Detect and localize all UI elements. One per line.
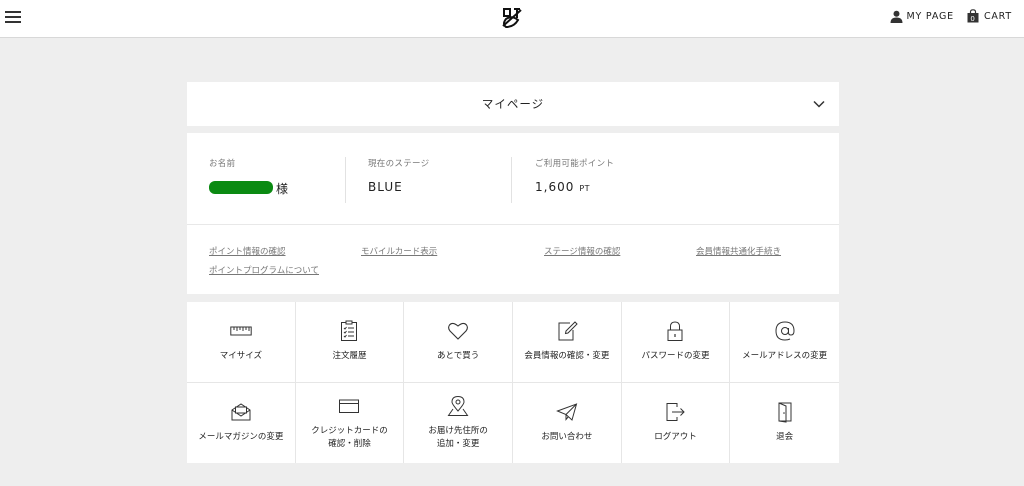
menu-label: クレジットカードの 確認・削除: [311, 425, 388, 449]
menu-item-buy-later[interactable]: あとで買う: [404, 302, 513, 383]
menu-label: あとで買う: [437, 351, 480, 362]
menu-item-credit-card[interactable]: クレジットカードの 確認・削除: [296, 382, 405, 463]
menu-label: ログアウト: [654, 432, 697, 443]
header-nav: MY PAGE 0 CART: [890, 9, 1012, 23]
menu-item-email-change[interactable]: メールアドレスの変更: [730, 302, 839, 383]
redacted-name: [209, 181, 273, 194]
logout-icon: [666, 403, 686, 422]
mobile-card-link[interactable]: モバイルカード表示: [361, 245, 437, 257]
clipboard-icon: [341, 320, 358, 342]
menu-label: メールアドレスの変更: [742, 351, 828, 362]
menu-label: マイサイズ: [219, 351, 262, 362]
cart-link[interactable]: 0 CART: [966, 9, 1012, 23]
member-unify-link[interactable]: 会員情報共通化手続き: [696, 245, 781, 257]
user-icon: [890, 10, 903, 23]
points-value: 1,600 PT: [535, 180, 614, 194]
mypage-accordion[interactable]: マイページ: [187, 82, 839, 126]
credit-card-icon: [339, 399, 360, 413]
menu-label: お届け先住所の 追加・変更: [428, 425, 488, 449]
points-block: ご利用可能ポイント 1,600 PT: [535, 157, 614, 205]
stage-block: 現在のステージ BLUE: [368, 157, 429, 205]
menu-item-member-info[interactable]: 会員情報の確認・変更: [512, 302, 622, 383]
name-label: お名前: [209, 159, 236, 169]
cart-label: CART: [983, 10, 1012, 22]
at-icon: [775, 321, 795, 341]
menu-item-withdraw[interactable]: 退会: [730, 383, 839, 464]
points-unit: PT: [579, 184, 591, 193]
brand-logo[interactable]: [500, 6, 524, 30]
menu-item-address[interactable]: お届け先住所の 追加・変更: [404, 382, 513, 463]
stage-info-link[interactable]: ステージ情報の確認: [544, 245, 620, 257]
top-header: MY PAGE 0 CART: [0, 0, 1024, 38]
menu-label: パスワードの変更: [641, 351, 710, 362]
hamburger-menu-icon[interactable]: [5, 11, 21, 23]
divider: [345, 157, 346, 203]
menu-label: メールマガジンの変更: [198, 432, 284, 443]
menu-item-newsletter[interactable]: メールマガジンの変更: [187, 382, 296, 463]
menu-grid: マイサイズ 注文履歴 あとで買う 会員情報の確認・変更 パスワードの変更 メール…: [187, 302, 839, 463]
heart-icon: [448, 323, 469, 341]
mail-icon: [231, 403, 251, 421]
name-value: 様: [209, 180, 289, 197]
member-info-panel: お名前 様 現在のステージ BLUE ご利用可能ポイント 1,600 PT ポイ…: [187, 133, 839, 294]
menu-label: 退会: [776, 432, 794, 443]
points-number: 1,600: [535, 180, 575, 194]
paper-plane-icon: [555, 403, 578, 422]
menu-label: 会員情報の確認・変更: [524, 351, 610, 362]
menu-item-order-history[interactable]: 注文履歴: [295, 302, 405, 383]
menu-item-password[interactable]: パスワードの変更: [621, 302, 731, 383]
ruler-icon: [230, 326, 252, 336]
shopping-bag-icon: 0: [967, 9, 979, 23]
chevron-down-icon[interactable]: [813, 98, 825, 110]
name-suffix: 様: [276, 182, 290, 196]
door-exit-icon: [778, 402, 792, 423]
menu-label: 注文履歴: [332, 351, 367, 362]
edit-icon: [558, 321, 578, 341]
stage-label: 現在のステージ: [368, 159, 430, 169]
page-title: マイページ: [481, 97, 545, 111]
divider: [511, 157, 512, 203]
name-block: お名前 様: [209, 157, 289, 205]
my-page-label: MY PAGE: [906, 10, 954, 22]
location-pin-icon: [447, 395, 469, 416]
stage-value: BLUE: [368, 180, 403, 194]
point-program-link[interactable]: ポイントプログラムについて: [209, 264, 319, 276]
menu-item-my-size[interactable]: マイサイズ: [187, 302, 296, 383]
menu-item-logout[interactable]: ログアウト: [622, 382, 731, 463]
menu-item-contact[interactable]: お問い合わせ: [513, 382, 622, 463]
menu-label: お問い合わせ: [541, 432, 593, 443]
my-page-link[interactable]: MY PAGE: [890, 10, 954, 23]
cart-count: 0: [970, 15, 975, 23]
points-label: ご利用可能ポイント: [535, 159, 615, 169]
point-info-link[interactable]: ポイント情報の確認: [209, 245, 286, 257]
divider: [187, 224, 839, 225]
lock-icon: [667, 321, 683, 342]
